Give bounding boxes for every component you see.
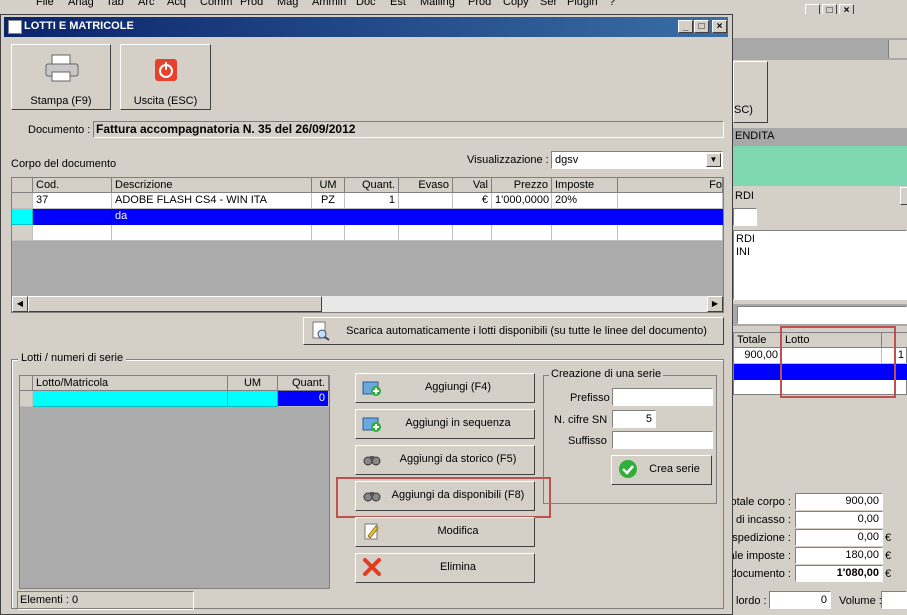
col-quant[interactable]: Quant. bbox=[345, 178, 399, 193]
lots-table[interactable]: Lotto/Matricola UM Quant. 0 bbox=[19, 375, 330, 589]
bg-exit-button[interactable]: SC) bbox=[733, 61, 768, 123]
bg-menu-item[interactable]: Doc bbox=[356, 0, 376, 8]
window-title: LOTTI E MATRICOLE bbox=[24, 20, 134, 32]
highlight-box-available bbox=[336, 477, 551, 518]
digits-input[interactable]: 5 bbox=[612, 410, 656, 428]
table-row[interactable] bbox=[12, 225, 723, 241]
background-window: SC) ENDITA RDI RDI INI Totale Lotto 900,… bbox=[723, 14, 907, 615]
add-sequence-button[interactable]: Aggiungi in sequenza bbox=[355, 409, 535, 439]
power-icon bbox=[155, 59, 177, 81]
col-fo[interactable]: Fo bbox=[618, 178, 723, 193]
document-search-icon bbox=[312, 321, 330, 341]
bg-row-value: 900,00 bbox=[734, 348, 782, 364]
suffix-input[interactable] bbox=[612, 431, 713, 449]
bg-menu-item[interactable]: Ser bbox=[540, 0, 557, 8]
bg-totals: Totale corpo : 900,00 e di incasso : 0,0… bbox=[723, 492, 907, 615]
bg-menu-item[interactable]: Plugin bbox=[567, 0, 598, 8]
title-bar[interactable]: LOTTI E MATRICOLE _ □ × bbox=[4, 17, 728, 37]
add-from-history-button[interactable]: Aggiungi da storico (F5) bbox=[355, 445, 535, 475]
col-lotto-matricola[interactable]: Lotto/Matricola bbox=[33, 376, 228, 391]
bg-input[interactable] bbox=[733, 208, 757, 226]
print-button[interactable]: Stampa (F9) bbox=[11, 44, 111, 110]
total-imposte-value: 180,00 bbox=[795, 547, 883, 564]
bg-menu-item[interactable]: Arc bbox=[138, 0, 155, 8]
body-table[interactable]: Cod. Descrizione UM Quant. Evaso Val Pre… bbox=[11, 177, 724, 313]
col-descrizione[interactable]: Descrizione bbox=[112, 178, 312, 193]
lots-row[interactable]: 0 bbox=[20, 391, 329, 407]
view-label: Visualizzazione : bbox=[467, 154, 549, 166]
bg-menu-item[interactable]: Copy bbox=[503, 0, 529, 8]
col-um[interactable]: UM bbox=[312, 178, 345, 193]
document-value: Fattura accompagnatoria N. 35 del 26/09/… bbox=[93, 121, 724, 138]
chevron-down-icon[interactable]: ▼ bbox=[706, 153, 721, 167]
prefix-label: Prefisso bbox=[570, 392, 610, 404]
scroll-thumb[interactable] bbox=[28, 296, 322, 312]
edit-pencil-icon bbox=[364, 523, 379, 540]
volume-input[interactable] bbox=[881, 591, 907, 609]
total-documento-value: 1'080,00 bbox=[795, 565, 883, 582]
horizontal-scrollbar[interactable]: ◀ ▶ bbox=[12, 296, 723, 312]
table-row[interactable]: 37 ADOBE FLASH CS4 - WIN ITA PZ 1 € 1'00… bbox=[12, 193, 723, 209]
bg-menu-item[interactable]: Anag bbox=[68, 0, 94, 8]
printer-icon bbox=[45, 54, 79, 82]
lordo-input[interactable]: 0 bbox=[769, 591, 831, 609]
digits-label: N. cifre SN bbox=[554, 414, 608, 426]
check-icon bbox=[619, 460, 637, 478]
scroll-left-icon[interactable]: ◀ bbox=[12, 296, 28, 312]
bg-sale-label: ENDITA bbox=[735, 130, 775, 142]
lots-dialog: LOTTI E MATRICOLE _ □ × Stampa (F9) Usci… bbox=[0, 14, 733, 615]
bg-menu-item[interactable]: Mailing bbox=[420, 0, 455, 8]
bg-menu-item[interactable]: File bbox=[36, 0, 54, 8]
add-cart-icon bbox=[362, 381, 381, 396]
maximize-icon[interactable]: □ bbox=[694, 20, 709, 33]
bg-menu-item[interactable]: Prod bbox=[240, 0, 263, 8]
bg-field[interactable] bbox=[737, 306, 907, 324]
view-select[interactable]: dgsv ▼ bbox=[551, 151, 723, 169]
document-label: Documento : bbox=[28, 124, 91, 136]
bg-col-totale[interactable]: Totale bbox=[734, 333, 782, 348]
close-icon[interactable]: × bbox=[712, 20, 727, 33]
total-body-value: 900,00 bbox=[795, 493, 883, 510]
elements-count: Elementi : 0 bbox=[17, 591, 194, 610]
delete-x-icon bbox=[363, 558, 381, 576]
table-row-selected[interactable]: da bbox=[12, 209, 723, 225]
total-spedizione-value: 0,00 bbox=[795, 529, 883, 546]
col-imposte[interactable]: Imposte bbox=[552, 178, 618, 193]
bg-menu-item[interactable]: Tab bbox=[106, 0, 124, 8]
delete-button[interactable]: Elimina bbox=[355, 553, 535, 583]
highlight-box-lotto bbox=[780, 326, 896, 398]
series-group-label: Creazione di una serie bbox=[549, 368, 664, 380]
bg-menu-item[interactable]: Prod bbox=[468, 0, 491, 8]
total-incasso-value: 0,00 bbox=[795, 511, 883, 528]
bg-menu-item[interactable]: Est bbox=[390, 0, 406, 8]
col-val[interactable]: Val bbox=[453, 178, 492, 193]
background-menubar: File Anag Tab Arc Acq Comm Prod Mag Ammi… bbox=[0, 0, 907, 15]
lots-group-label: Lotti / numeri di serie bbox=[18, 352, 127, 364]
add-cart-icon bbox=[362, 417, 381, 432]
prefix-input[interactable] bbox=[612, 388, 713, 406]
bg-menu-item[interactable]: Acq bbox=[167, 0, 186, 8]
app-icon bbox=[8, 20, 22, 34]
exit-button[interactable]: Uscita (ESC) bbox=[120, 44, 211, 110]
scroll-right-icon[interactable]: ▶ bbox=[707, 296, 723, 312]
suffix-label: Suffisso bbox=[568, 435, 607, 447]
minimize-icon[interactable]: _ bbox=[678, 20, 693, 33]
body-section-label: Corpo del documento bbox=[11, 158, 117, 170]
col-evaso[interactable]: Evaso bbox=[399, 178, 453, 193]
col-prezzo[interactable]: Prezzo bbox=[492, 178, 552, 193]
bg-green-band bbox=[733, 146, 907, 186]
col-lots-quant[interactable]: Quant. bbox=[278, 376, 329, 391]
bg-menu-item[interactable]: ? bbox=[609, 0, 615, 8]
binoculars-icon bbox=[363, 456, 381, 466]
col-lots-um[interactable]: UM bbox=[228, 376, 278, 391]
auto-download-button[interactable]: Scarica automaticamente i lotti disponib… bbox=[303, 317, 724, 345]
add-button[interactable]: Aggiungi (F4) bbox=[355, 373, 535, 403]
bg-menu-item[interactable]: Mag bbox=[277, 0, 298, 8]
col-cod[interactable]: Cod. bbox=[33, 178, 112, 193]
bg-menu-item[interactable]: Comm bbox=[200, 0, 232, 8]
edit-button[interactable]: Modifica bbox=[355, 517, 535, 547]
create-series-button[interactable]: Crea serie bbox=[611, 455, 712, 485]
bg-list[interactable]: RDI INI bbox=[733, 230, 907, 300]
bg-menu-item[interactable]: Ammin bbox=[312, 0, 346, 8]
